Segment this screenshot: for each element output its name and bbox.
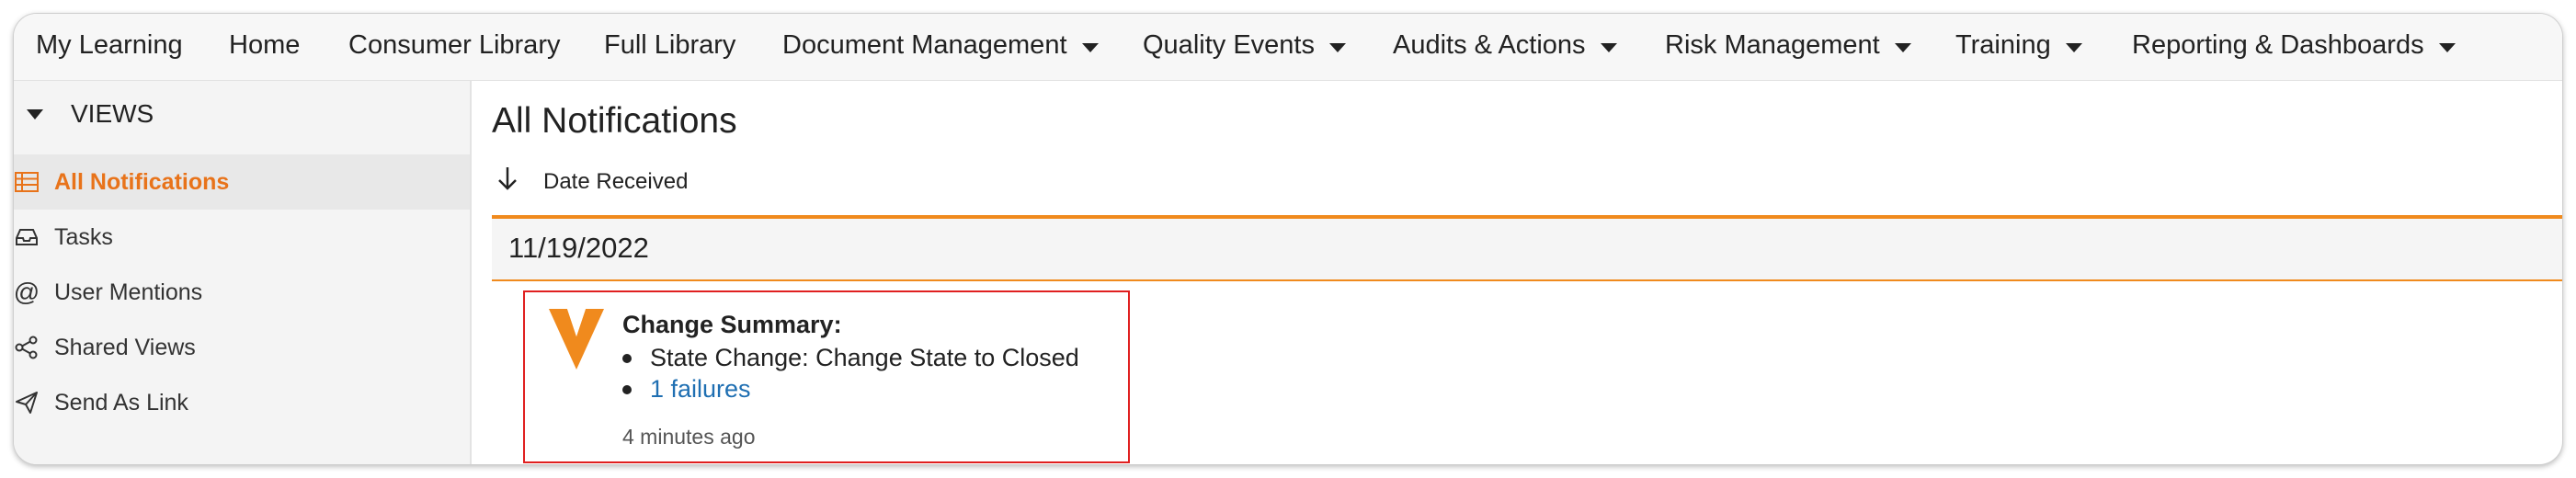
sort-label: Date Received — [543, 168, 689, 194]
nav-audits-actions[interactable]: Audits & Actions — [1393, 30, 1617, 61]
chevron-down-icon — [1894, 42, 1911, 52]
nav-document-management[interactable]: Document Management — [782, 30, 1099, 61]
nav-consumer-library[interactable]: Consumer Library — [348, 30, 560, 61]
page-title: All Notifications — [492, 101, 737, 141]
sidebar-item-shared-views[interactable]: Shared Views — [14, 320, 470, 375]
top-navigation: My Learning Home Consumer Library Full L… — [14, 14, 2562, 81]
views-header[interactable]: VIEWS — [23, 99, 154, 129]
inbox-icon — [14, 224, 40, 250]
nav-label: My Learning — [36, 30, 183, 60]
nav-risk-management[interactable]: Risk Management — [1665, 30, 1911, 61]
chevron-down-icon — [1081, 42, 1099, 52]
date-group-label: 11/19/2022 — [508, 232, 649, 264]
at-icon: @ — [13, 278, 40, 306]
nav-label: Training — [1955, 30, 2051, 60]
paper-plane-icon — [14, 390, 40, 415]
failures-link[interactable]: 1 failures — [622, 375, 751, 404]
sidebar-item-user-mentions[interactable]: @ User Mentions — [14, 265, 470, 320]
chevron-down-icon — [2438, 42, 2456, 52]
chevron-down-icon — [2065, 42, 2082, 52]
state-change-text: State Change: Change State to Closed — [650, 344, 1079, 371]
collapse-caret-icon — [27, 108, 43, 120]
nav-label: Audits & Actions — [1393, 30, 1586, 60]
vault-logo-icon — [549, 309, 604, 374]
nav-my-learning[interactable]: My Learning — [36, 30, 183, 61]
timestamp: 4 minutes ago — [622, 425, 756, 449]
nav-training[interactable]: Training — [1955, 30, 2082, 61]
nav-label: Document Management — [782, 30, 1067, 60]
sidebar-item-label: User Mentions — [54, 279, 203, 305]
app-window: My Learning Home Consumer Library Full L… — [13, 13, 2563, 465]
nav-label: Home — [229, 30, 301, 60]
notification-card[interactable]: Change Summary: State Change: Change Sta… — [523, 290, 1130, 463]
views-header-label: VIEWS — [71, 99, 154, 128]
nav-quality-events[interactable]: Quality Events — [1143, 30, 1346, 61]
sidebar-item-label: Send As Link — [54, 389, 188, 415]
table-icon — [14, 169, 40, 195]
nav-home[interactable]: Home — [229, 30, 300, 61]
sidebar-item-label: Tasks — [54, 223, 113, 250]
sidebar-item-label: Shared Views — [54, 334, 196, 360]
nav-label: Quality Events — [1143, 30, 1315, 60]
sidebar-item-send-as-link[interactable]: Send As Link — [14, 375, 470, 430]
sort-control[interactable]: Date Received — [492, 165, 688, 198]
nav-label: Risk Management — [1665, 30, 1880, 60]
nav-reporting-dashboards[interactable]: Reporting & Dashboards — [2132, 30, 2456, 61]
date-group-header: 11/19/2022 — [492, 215, 2562, 281]
change-summary-label: Change Summary: — [622, 311, 842, 338]
arrow-down-icon — [497, 165, 518, 198]
notifications-panel: All Notifications Date Received 11/19/20… — [472, 81, 2562, 464]
sidebar-item-tasks[interactable]: Tasks — [14, 210, 470, 265]
sidebar-item-all-notifications[interactable]: All Notifications — [14, 154, 470, 210]
chevron-down-icon — [1328, 42, 1346, 52]
bullet-icon — [622, 384, 632, 394]
bullet-icon — [622, 353, 632, 363]
views-sidebar: VIEWS All Notifications Tasks @ User Men… — [14, 81, 472, 464]
nav-label: Reporting & Dashboards — [2132, 30, 2424, 60]
nav-label: Full Library — [604, 30, 736, 60]
list-item: State Change: Change State to Closed — [622, 344, 1079, 372]
nav-full-library[interactable]: Full Library — [604, 30, 735, 61]
sidebar-item-label: All Notifications — [54, 168, 230, 195]
chevron-down-icon — [1600, 42, 1617, 52]
failures-link-text[interactable]: 1 failures — [650, 375, 751, 404]
nav-label: Consumer Library — [348, 30, 561, 60]
share-icon — [14, 335, 40, 360]
